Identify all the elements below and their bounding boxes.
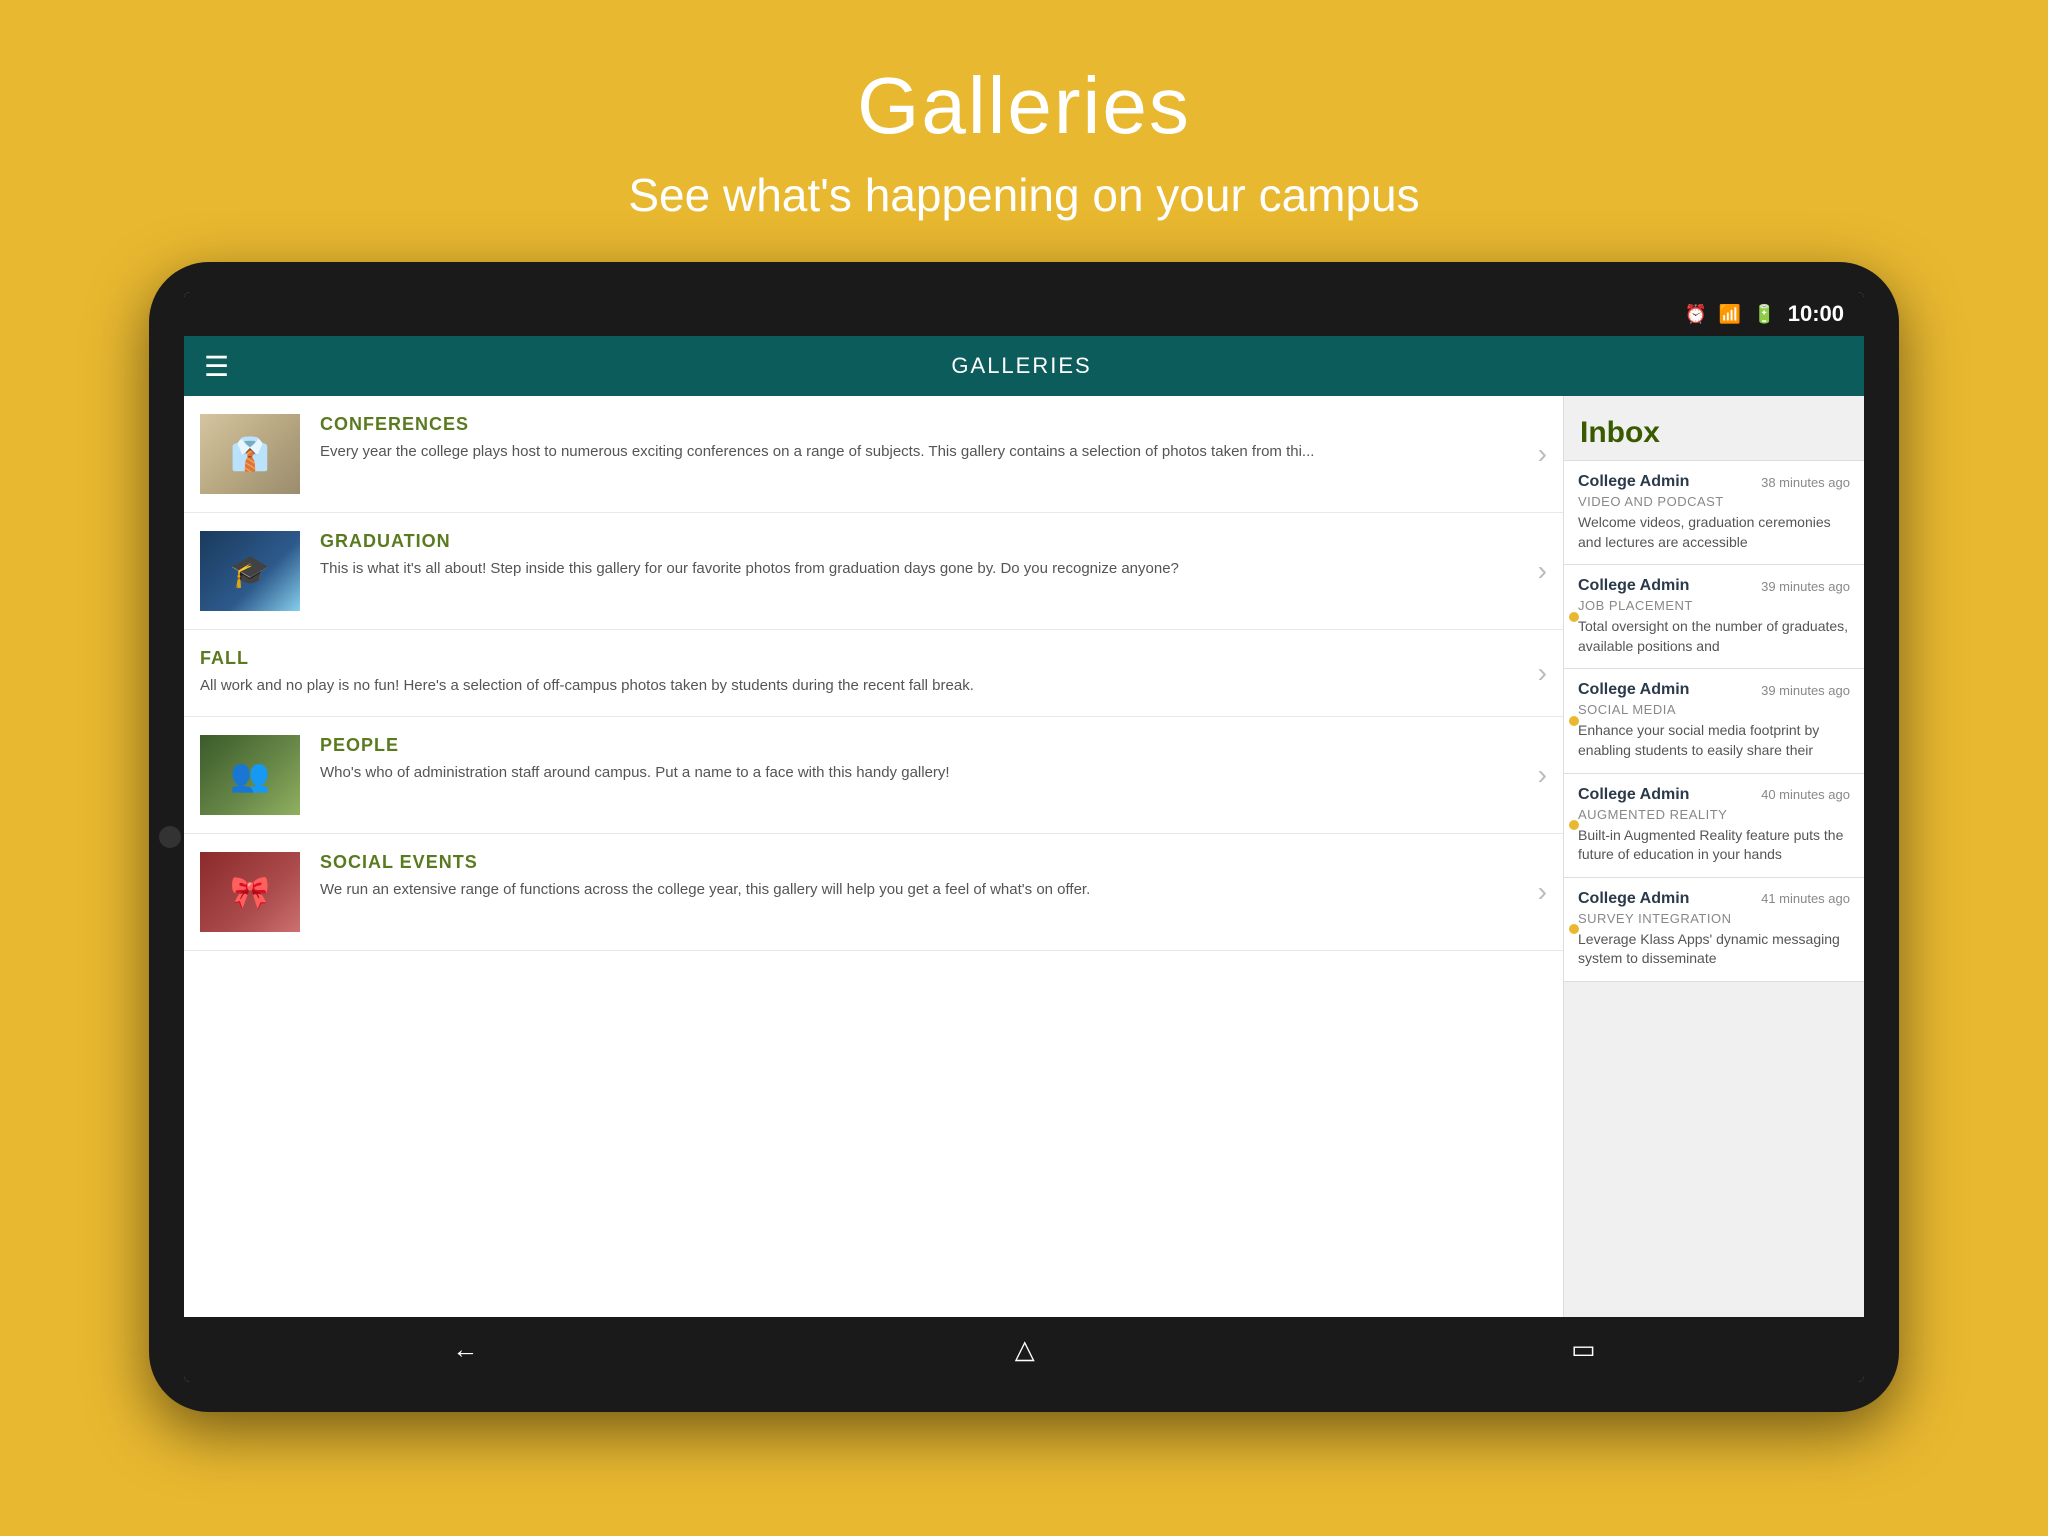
inbox-preview-4: Built-in Augmented Reality feature puts …	[1578, 826, 1850, 865]
inbox-item-5-header: College Admin 41 minutes ago	[1578, 890, 1850, 908]
gallery-item-fall[interactable]: FALL All work and no play is no fun! Her…	[184, 630, 1563, 717]
inbox-header: Inbox	[1564, 396, 1864, 461]
status-bar: ⏰ 📶 🔋 10:00	[184, 292, 1864, 336]
gallery-thumb-conferences	[200, 414, 300, 494]
inbox-item-3[interactable]: College Admin 39 minutes ago SOCIAL MEDI…	[1564, 669, 1864, 773]
inbox-item-5[interactable]: College Admin 41 minutes ago SURVEY INTE…	[1564, 878, 1864, 982]
gallery-name-people: PEOPLE	[320, 735, 1528, 756]
inbox-subject-4: AUGMENTED REALITY	[1578, 807, 1850, 822]
inbox-preview-5: Leverage Klass Apps' dynamic messaging s…	[1578, 930, 1850, 969]
inbox-subject-5: SURVEY INTEGRATION	[1578, 911, 1850, 926]
inbox-sender-3: College Admin	[1578, 681, 1689, 699]
page-subtitle: See what's happening on your campus	[628, 168, 1419, 222]
inbox-subject-1: VIDEO AND PODCAST	[1578, 494, 1850, 509]
gallery-desc-graduation: This is what it's all about! Step inside…	[320, 558, 1528, 581]
inbox-time-5: 41 minutes ago	[1761, 891, 1850, 906]
gallery-thumb-people	[200, 735, 300, 815]
chevron-right-graduation: ›	[1538, 555, 1547, 587]
gallery-name-fall: FALL	[200, 648, 1528, 669]
inbox-time-2: 39 minutes ago	[1761, 579, 1850, 594]
gallery-info-fall: FALL All work and no play is no fun! Her…	[200, 648, 1528, 698]
inbox-sender-1: College Admin	[1578, 473, 1689, 491]
inbox-item-3-header: College Admin 39 minutes ago	[1578, 681, 1850, 699]
gallery-info-conferences: CONFERENCES Every year the college plays…	[320, 414, 1528, 464]
chevron-right-conferences: ›	[1538, 438, 1547, 470]
recent-button[interactable]: ▭	[1541, 1324, 1626, 1375]
nav-bar: ← △ ▭	[184, 1317, 1864, 1382]
status-time: 10:00	[1788, 301, 1844, 327]
inbox-preview-3: Enhance your social media footprint by e…	[1578, 721, 1850, 760]
chevron-right-social: ›	[1538, 876, 1547, 908]
inbox-subject-3: SOCIAL MEDIA	[1578, 702, 1850, 717]
page-title: Galleries	[628, 60, 1419, 152]
inbox-item-2-header: College Admin 39 minutes ago	[1578, 577, 1850, 595]
gallery-desc-people: Who's who of administration staff around…	[320, 762, 1528, 785]
inbox-item-4[interactable]: College Admin 40 minutes ago AUGMENTED R…	[1564, 774, 1864, 878]
gallery-desc-conferences: Every year the college plays host to num…	[320, 441, 1528, 464]
gallery-list: CONFERENCES Every year the college plays…	[184, 396, 1564, 1317]
gallery-item-social-events[interactable]: SOCIAL EVENTS We run an extensive range …	[184, 834, 1563, 951]
gallery-info-graduation: GRADUATION This is what it's all about! …	[320, 531, 1528, 581]
tablet-frame: ⏰ 📶 🔋 10:00 ☰ GALLERIES CONFERENCES Ever…	[149, 262, 1899, 1412]
gallery-info-social: SOCIAL EVENTS We run an extensive range …	[320, 852, 1528, 902]
gallery-desc-social: We run an extensive range of functions a…	[320, 879, 1528, 902]
menu-icon[interactable]: ☰	[204, 350, 229, 383]
inbox-sender-2: College Admin	[1578, 577, 1689, 595]
inbox-panel: Inbox College Admin 38 minutes ago VIDEO…	[1564, 396, 1864, 1317]
main-content: CONFERENCES Every year the college plays…	[184, 396, 1864, 1317]
chevron-right-fall: ›	[1538, 657, 1547, 689]
gallery-item-people[interactable]: PEOPLE Who's who of administration staff…	[184, 717, 1563, 834]
chevron-right-people: ›	[1538, 759, 1547, 791]
inbox-item-1-header: College Admin 38 minutes ago	[1578, 473, 1850, 491]
battery-icon: 🔋	[1753, 304, 1775, 325]
inbox-time-4: 40 minutes ago	[1761, 787, 1850, 802]
inbox-item-2[interactable]: College Admin 39 minutes ago JOB PLACEME…	[1564, 565, 1864, 669]
gallery-item-graduation[interactable]: GRADUATION This is what it's all about! …	[184, 513, 1563, 630]
tablet-screen: ⏰ 📶 🔋 10:00 ☰ GALLERIES CONFERENCES Ever…	[184, 292, 1864, 1382]
gallery-name-graduation: GRADUATION	[320, 531, 1528, 552]
gallery-desc-fall: All work and no play is no fun! Here's a…	[200, 675, 1528, 698]
gallery-name-social: SOCIAL EVENTS	[320, 852, 1528, 873]
inbox-sender-4: College Admin	[1578, 786, 1689, 804]
inbox-subject-2: JOB PLACEMENT	[1578, 598, 1850, 613]
gallery-thumb-social	[200, 852, 300, 932]
gallery-info-people: PEOPLE Who's who of administration staff…	[320, 735, 1528, 785]
gallery-name-conferences: CONFERENCES	[320, 414, 1528, 435]
page-header: Galleries See what's happening on your c…	[608, 0, 1439, 262]
back-button[interactable]: ←	[422, 1324, 508, 1375]
inbox-time-3: 39 minutes ago	[1761, 683, 1850, 698]
app-title: GALLERIES	[249, 353, 1794, 379]
app-header: ☰ GALLERIES	[184, 336, 1864, 396]
gallery-thumb-graduation	[200, 531, 300, 611]
inbox-preview-2: Total oversight on the number of graduat…	[1578, 617, 1850, 656]
home-button[interactable]: △	[985, 1324, 1065, 1375]
inbox-sender-5: College Admin	[1578, 890, 1689, 908]
wifi-icon: 📶	[1719, 304, 1741, 325]
gallery-item-conferences[interactable]: CONFERENCES Every year the college plays…	[184, 396, 1563, 513]
inbox-preview-1: Welcome videos, graduation ceremonies an…	[1578, 513, 1850, 552]
alarm-icon: ⏰	[1684, 304, 1706, 325]
inbox-item-1[interactable]: College Admin 38 minutes ago VIDEO AND P…	[1564, 461, 1864, 565]
inbox-item-4-header: College Admin 40 minutes ago	[1578, 786, 1850, 804]
inbox-time-1: 38 minutes ago	[1761, 475, 1850, 490]
